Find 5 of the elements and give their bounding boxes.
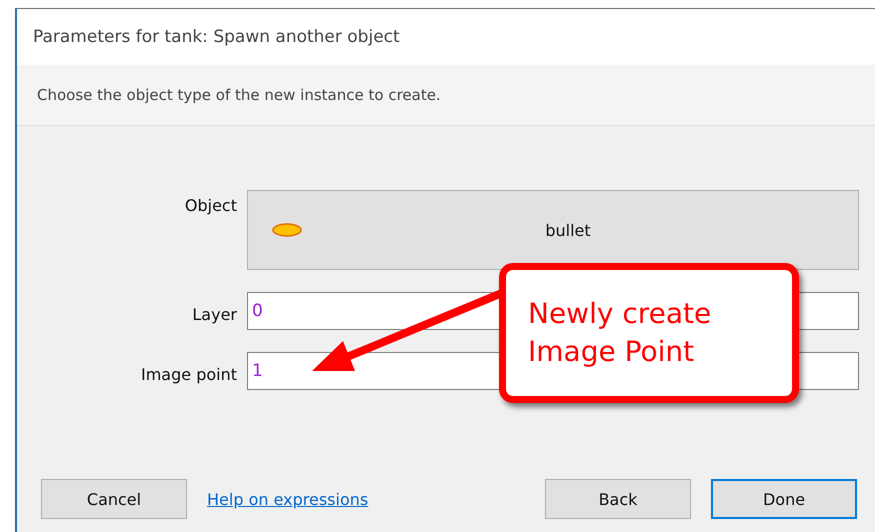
field-label: Layer <box>191 304 237 324</box>
window-title: Parameters for tank: Spawn another object <box>33 27 400 47</box>
field-label: Object <box>184 195 237 215</box>
field-label: Image point <box>140 364 237 384</box>
instruction-text: Choose the object type of the new instance to create. <box>37 86 441 104</box>
